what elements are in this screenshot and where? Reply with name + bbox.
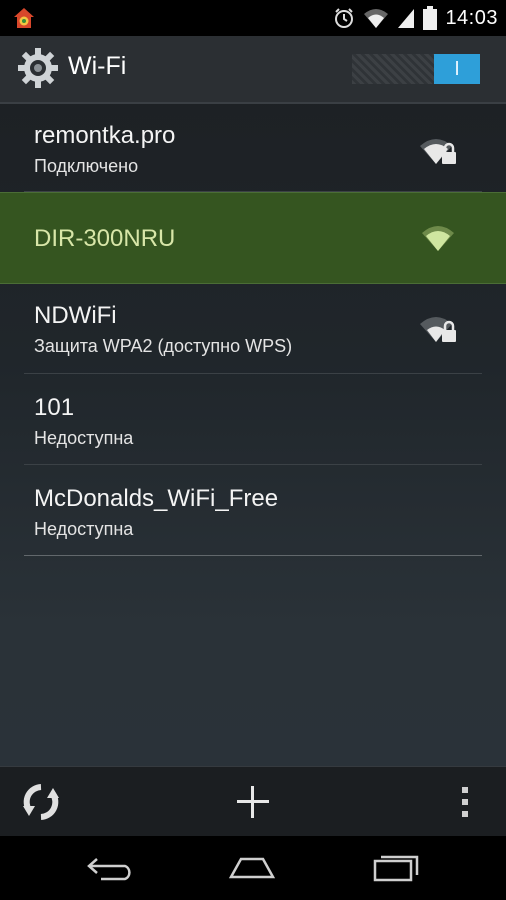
network-ssid: remontka.pro (34, 122, 176, 149)
network-status: Недоступна (34, 428, 134, 448)
cell-signal-icon (398, 9, 415, 28)
scan-button[interactable] (16, 777, 66, 827)
overflow-menu-icon (462, 787, 468, 817)
back-icon (87, 858, 131, 881)
back-button[interactable] (82, 848, 142, 888)
network-ssid: McDonalds_WiFi_Free (34, 485, 279, 512)
network-ssid: 101 (34, 394, 75, 421)
network-status: Защита WPA2 (доступно WPS) (34, 336, 293, 356)
network-item-selected[interactable]: DIR-300NRU (0, 192, 506, 284)
network-item[interactable]: remontka.pro Подключено (0, 104, 506, 192)
page-title: Wi-Fi (68, 52, 127, 80)
add-network-icon (237, 786, 269, 818)
wifi-toggle[interactable]: I (352, 54, 480, 84)
list-divider (24, 555, 482, 556)
recent-apps-icon (373, 855, 419, 882)
home-button[interactable] (222, 848, 282, 888)
overflow-menu-button[interactable] (440, 777, 490, 827)
network-ssid: NDWiFi (34, 302, 117, 329)
bottom-action-bar (0, 766, 506, 837)
network-ssid: DIR-300NRU (34, 225, 176, 252)
recent-apps-button[interactable] (366, 848, 426, 888)
wifi-signal-icon (364, 9, 389, 28)
toggle-thumb: I (434, 54, 480, 84)
clock: 14:03 (445, 6, 498, 29)
system-nav-bar (0, 836, 506, 900)
network-item[interactable]: McDonalds_WiFi_Free Недоступна (0, 465, 506, 556)
home-icon (228, 857, 276, 879)
battery-icon (423, 6, 438, 30)
wifi-locked-icon (420, 139, 456, 164)
network-status: Недоступна (34, 519, 134, 539)
action-bar: Wi-Fi I (0, 36, 506, 104)
wifi-locked-icon (420, 317, 456, 342)
network-item[interactable]: NDWiFi Защита WPA2 (доступно WPS) (0, 284, 506, 374)
wifi-icon (422, 226, 454, 251)
network-item[interactable]: 101 Недоступна (0, 374, 506, 465)
toggle-track (352, 54, 434, 84)
status-icons: 14:03 (333, 0, 498, 36)
notification-app-icon (14, 8, 34, 28)
settings-gear-icon[interactable] (16, 46, 60, 90)
add-network-button[interactable] (228, 777, 278, 827)
network-list: remontka.pro Подключено DIR-300NRU NDWiF… (0, 104, 506, 556)
network-status: Подключено (34, 156, 139, 176)
alarm-icon (335, 8, 354, 28)
status-bar: 14:03 (0, 0, 506, 36)
scan-icon (23, 784, 59, 820)
wifi-settings-screen: 14:03 Wi-Fi I remontka.pro Подключено DI… (0, 0, 506, 900)
